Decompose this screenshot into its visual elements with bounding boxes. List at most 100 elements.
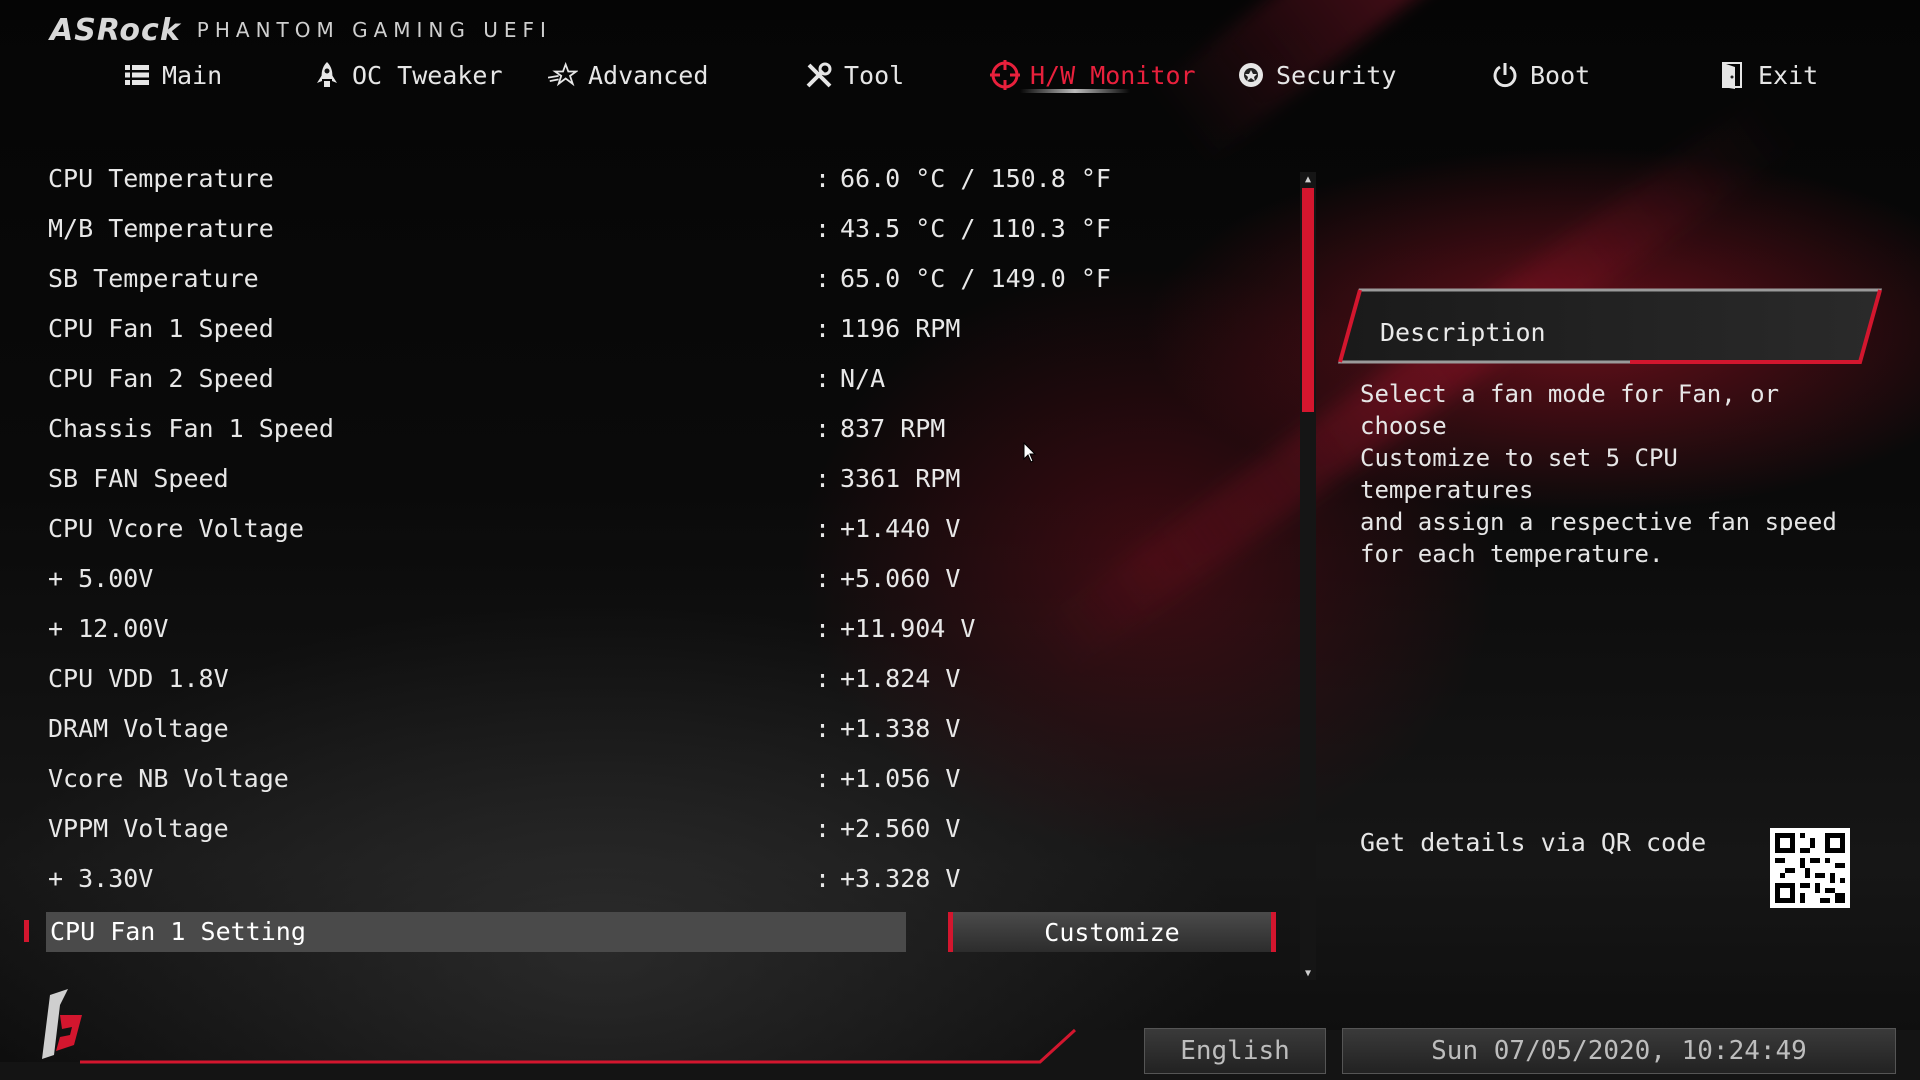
rocket-icon bbox=[312, 60, 342, 90]
tab-security-label: Security bbox=[1276, 60, 1397, 90]
item-label: CPU Vcore Voltage bbox=[48, 514, 304, 543]
item-label: + 12.00V bbox=[48, 614, 169, 643]
item-label: CPU Temperature bbox=[48, 164, 274, 193]
list-item: Chassis Fan 1 Speed:837 RPM bbox=[0, 410, 1290, 450]
system-datetime: Sun 07/05/2020, 10:24:49 bbox=[1342, 1028, 1896, 1074]
item-separator: : bbox=[815, 514, 831, 543]
item-value: 837 RPM bbox=[840, 414, 946, 443]
tab-tool[interactable]: Tool bbox=[804, 52, 904, 98]
item-separator: : bbox=[815, 864, 831, 893]
brand-subtitle: PHANTOM GAMING UEFI bbox=[196, 18, 552, 42]
setting-label: CPU Fan 1 Setting bbox=[50, 917, 306, 946]
list-item: SB Temperature:65.0 °C / 149.0 °F bbox=[0, 260, 1290, 300]
item-label: + 3.30V bbox=[48, 864, 154, 893]
item-label: Chassis Fan 1 Speed bbox=[48, 414, 334, 443]
description-text: Select a fan mode for Fan, or choose Cus… bbox=[1360, 380, 1837, 568]
qr-code-image bbox=[1770, 828, 1850, 908]
exit-door-icon bbox=[1718, 60, 1748, 90]
list-item: M/B Temperature:43.5 °C / 110.3 °F bbox=[0, 210, 1290, 250]
item-value: 43.5 °C / 110.3 °F bbox=[840, 214, 1111, 243]
scroll-down-arrow-icon[interactable]: ▼ bbox=[1300, 966, 1316, 980]
item-value: +1.056 V bbox=[840, 764, 961, 793]
brand-logo: ASRock PHANTOM GAMING UEFI bbox=[50, 10, 552, 50]
top-nav: Main OC Tweaker Advanced Tool H/W Monito… bbox=[0, 52, 1920, 102]
tab-exit[interactable]: Exit bbox=[1718, 52, 1818, 98]
scrollbar[interactable]: ▲ ▼ bbox=[1300, 172, 1316, 980]
item-separator: : bbox=[815, 314, 831, 343]
tab-tool-label: Tool bbox=[844, 60, 905, 90]
tab-boot[interactable]: Boot bbox=[1490, 52, 1590, 98]
item-value: +3.328 V bbox=[840, 864, 961, 893]
item-value: +1.338 V bbox=[840, 714, 961, 743]
list-item: CPU Temperature:66.0 °C / 150.8 °F bbox=[0, 160, 1290, 200]
tab-exit-label: Exit bbox=[1758, 60, 1819, 90]
description-title: Description bbox=[1380, 318, 1546, 347]
item-separator: : bbox=[815, 614, 831, 643]
item-label: SB FAN Speed bbox=[48, 464, 229, 493]
active-tab-indicator bbox=[1020, 89, 1130, 93]
item-separator: : bbox=[815, 764, 831, 793]
list-icon bbox=[122, 60, 152, 90]
tab-main[interactable]: Main bbox=[122, 52, 222, 98]
item-value: +1.440 V bbox=[840, 514, 961, 543]
item-separator: : bbox=[815, 264, 831, 293]
scroll-up-arrow-icon[interactable]: ▲ bbox=[1300, 172, 1316, 186]
item-value: +11.904 V bbox=[840, 614, 976, 643]
brand-name: ASRock bbox=[50, 12, 181, 48]
list-item: + 12.00V: +11.904 V bbox=[0, 610, 1290, 650]
scroll-thumb[interactable] bbox=[1302, 188, 1314, 412]
item-separator: : bbox=[815, 164, 831, 193]
tools-icon bbox=[804, 60, 834, 90]
item-value: +1.824 V bbox=[840, 664, 961, 693]
item-value: +2.560 V bbox=[840, 814, 961, 843]
tab-advanced-label: Advanced bbox=[588, 60, 709, 90]
language-button[interactable]: English bbox=[1144, 1028, 1326, 1074]
crosshair-icon bbox=[990, 60, 1020, 90]
tab-oc-tweaker[interactable]: OC Tweaker bbox=[312, 52, 503, 98]
item-value: 3361 RPM bbox=[840, 464, 961, 493]
item-label: CPU Fan 1 Speed bbox=[48, 314, 274, 343]
list-item: CPU Fan 2 Speed: N/A bbox=[0, 360, 1290, 400]
power-icon bbox=[1490, 60, 1520, 90]
qr-code-label: Get details via QR code bbox=[1360, 828, 1707, 857]
item-label: DRAM Voltage bbox=[48, 714, 229, 743]
item-separator: : bbox=[815, 664, 831, 693]
item-value: 1196 RPM bbox=[840, 314, 961, 343]
list-item: + 3.30V: +3.328 V bbox=[0, 860, 1290, 900]
item-label: CPU Fan 2 Speed bbox=[48, 364, 274, 393]
tab-security[interactable]: Security bbox=[1236, 52, 1396, 98]
list-item: SB FAN Speed:3361 RPM bbox=[0, 460, 1290, 500]
item-label: + 5.00V bbox=[48, 564, 154, 593]
item-label: M/B Temperature bbox=[48, 214, 274, 243]
item-value: 66.0 °C / 150.8 °F bbox=[840, 164, 1111, 193]
item-separator: : bbox=[815, 214, 831, 243]
tab-main-label: Main bbox=[162, 60, 223, 90]
phantom-gaming-logo bbox=[20, 985, 90, 1065]
cpu-fan-1-setting-row[interactable]: CPU Fan 1 Setting bbox=[46, 912, 906, 952]
item-separator: : bbox=[815, 714, 831, 743]
fan-mode-customize-button[interactable]: Customize bbox=[948, 912, 1276, 952]
star-icon bbox=[548, 60, 578, 90]
list-item: VPPM Voltage: +2.560 V bbox=[0, 810, 1290, 850]
tab-advanced[interactable]: Advanced bbox=[548, 52, 708, 98]
list-item: Vcore NB Voltage: +1.056 V bbox=[0, 760, 1290, 800]
item-separator: : bbox=[815, 464, 831, 493]
selection-marker bbox=[24, 920, 29, 942]
shield-icon bbox=[1236, 60, 1266, 90]
item-value: 65.0 °C / 149.0 °F bbox=[840, 264, 1111, 293]
list-item: + 5.00V: +5.060 V bbox=[0, 560, 1290, 600]
mouse-pointer-icon bbox=[1023, 442, 1037, 463]
list-item: CPU Vcore Voltage: +1.440 V bbox=[0, 510, 1290, 550]
list-item: CPU VDD 1.8V: +1.824 V bbox=[0, 660, 1290, 700]
tab-boot-label: Boot bbox=[1530, 60, 1591, 90]
item-label: CPU VDD 1.8V bbox=[48, 664, 229, 693]
item-separator: : bbox=[815, 364, 831, 393]
item-label: Vcore NB Voltage bbox=[48, 764, 289, 793]
list-item: DRAM Voltage: +1.338 V bbox=[0, 710, 1290, 750]
item-label: VPPM Voltage bbox=[48, 814, 229, 843]
tab-oc-tweaker-label: OC Tweaker bbox=[352, 60, 503, 90]
item-separator: : bbox=[815, 414, 831, 443]
item-label: SB Temperature bbox=[48, 264, 259, 293]
item-value: +5.060 V bbox=[840, 564, 961, 593]
item-separator: : bbox=[815, 564, 831, 593]
